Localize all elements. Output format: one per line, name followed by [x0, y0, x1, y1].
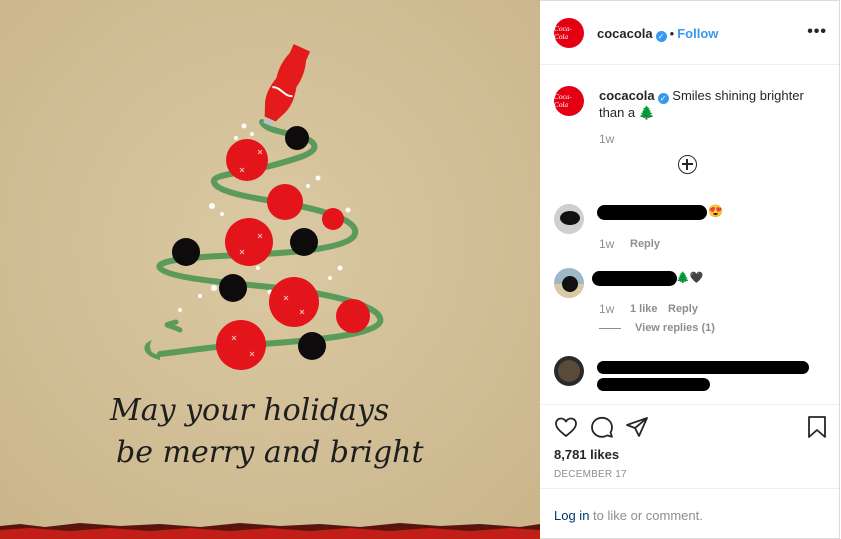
- comment-icon[interactable]: [590, 415, 614, 439]
- comment-time[interactable]: 1w: [599, 237, 614, 251]
- load-more-comments-icon[interactable]: [678, 155, 697, 174]
- reply-button[interactable]: Reply: [668, 303, 698, 315]
- likes-count[interactable]: 8,781 likes: [554, 447, 619, 462]
- login-prompt-text: to like or comment.: [589, 508, 703, 523]
- comment-avatar[interactable]: [554, 268, 584, 298]
- header-username[interactable]: cocacola: [597, 26, 653, 41]
- brand-logo: Coca-Cola: [554, 25, 572, 41]
- follow-button[interactable]: Follow: [677, 26, 718, 41]
- header-user-line: cocacola ✓ • Follow: [597, 25, 718, 43]
- more-horizontal-icon[interactable]: •••: [807, 23, 827, 41]
- separator-dot: •: [669, 26, 675, 41]
- view-replies-button[interactable]: View replies (1): [635, 322, 715, 334]
- avatar[interactable]: Coca-Cola: [554, 18, 584, 48]
- caption-brand-logo: Coca-Cola: [554, 93, 572, 109]
- caption-time[interactable]: 1w: [599, 132, 614, 146]
- redacted-comment: [597, 361, 809, 374]
- heart-icon[interactable]: [554, 415, 578, 439]
- comment-emoji: 🌲🖤: [676, 272, 704, 284]
- post-date[interactable]: DECEMBER 17: [554, 469, 627, 480]
- comment-time[interactable]: 1w: [599, 302, 614, 316]
- christmas-tree-illustration: May your holidays be merry and bright: [0, 0, 540, 539]
- bookmark-icon[interactable]: [806, 415, 828, 439]
- post-header: Coca-Cola cocacola ✓ • Follow •••: [540, 1, 839, 65]
- comment-likes[interactable]: 1 like: [630, 303, 658, 315]
- comments-list[interactable]: Coca-Cola cocacola ✓ Smiles shining brigh…: [540, 65, 839, 403]
- comment-avatar[interactable]: [554, 204, 584, 234]
- caption-username[interactable]: cocacola: [599, 88, 655, 103]
- login-link[interactable]: Log in: [554, 508, 589, 523]
- login-prompt: Log in to like or comment.: [554, 508, 703, 523]
- post-actions: 8,781 likes DECEMBER 17: [540, 404, 839, 489]
- holiday-message-line1: May your holidays: [109, 393, 389, 428]
- share-icon[interactable]: [625, 415, 649, 439]
- caption: cocacola ✓ Smiles shining brighter than a…: [599, 87, 819, 121]
- post-side-panel: Coca-Cola cocacola ✓ • Follow ••• Coca-Cola…: [540, 0, 840, 539]
- redacted-comment: [592, 271, 677, 286]
- verified-badge-icon: ✓: [655, 31, 667, 42]
- caption-avatar[interactable]: Coca-Cola: [554, 86, 584, 116]
- comment-emoji: 😍: [708, 204, 723, 218]
- redacted-comment: [597, 205, 707, 220]
- login-bar: Log in to like or comment.: [540, 488, 839, 539]
- reply-button[interactable]: Reply: [630, 238, 660, 250]
- holiday-message-line2: be merry and bright: [116, 435, 424, 470]
- replies-divider: [599, 328, 621, 329]
- comment-avatar[interactable]: [554, 356, 584, 386]
- redacted-comment: [597, 378, 710, 391]
- post-image[interactable]: May your holidays be merry and bright: [0, 0, 540, 539]
- verified-badge-icon: ✓: [657, 93, 669, 104]
